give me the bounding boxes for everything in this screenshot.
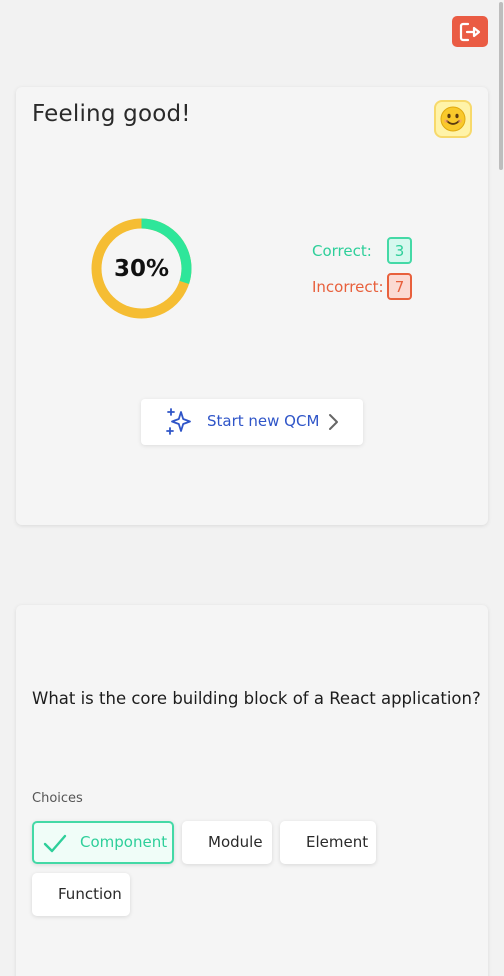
smiley-icon — [440, 106, 466, 132]
choice-label: Component — [80, 833, 168, 851]
choice-module[interactable]: Module — [182, 821, 272, 864]
correct-count-badge: 3 — [387, 237, 412, 264]
mood-title: Feeling good! — [32, 101, 191, 127]
page: Feeling good! 30% Correct: 3 Incorrect: … — [0, 0, 504, 976]
chevron-right-icon — [329, 414, 338, 430]
choice-component[interactable]: Component — [32, 821, 174, 864]
logout-button[interactable] — [452, 16, 488, 47]
question-text: What is the core building block of a Rea… — [32, 689, 481, 708]
choice-label: Function — [58, 885, 122, 903]
start-new-qcm-label: Start new QCM — [207, 412, 320, 430]
start-new-qcm-button[interactable]: Start new QCM — [141, 399, 363, 445]
check-icon — [43, 834, 67, 853]
choices-label: Choices — [32, 791, 83, 806]
choice-element[interactable]: Element — [280, 821, 376, 864]
scrollbar-thumb[interactable] — [499, 2, 503, 170]
incorrect-label: Incorrect: — [312, 277, 384, 296]
mood-emoji-icon — [434, 100, 472, 138]
correct-stat: Correct: 3 — [312, 237, 412, 264]
choice-label: Element — [306, 833, 369, 851]
question-card: What is the core building block of a Rea… — [16, 605, 488, 976]
correct-label: Correct: — [312, 241, 372, 260]
choice-function[interactable]: Function — [32, 873, 130, 916]
score-card: Feeling good! 30% Correct: 3 Incorrect: … — [16, 87, 488, 525]
incorrect-stat: Incorrect: 7 — [312, 273, 412, 300]
scrollbar[interactable] — [498, 0, 504, 976]
sparkles-icon — [166, 408, 191, 435]
logout-icon — [459, 22, 481, 41]
choice-label: Module — [208, 833, 263, 851]
incorrect-count-badge: 7 — [387, 273, 412, 300]
score-percent-label: 30% — [113, 255, 170, 282]
